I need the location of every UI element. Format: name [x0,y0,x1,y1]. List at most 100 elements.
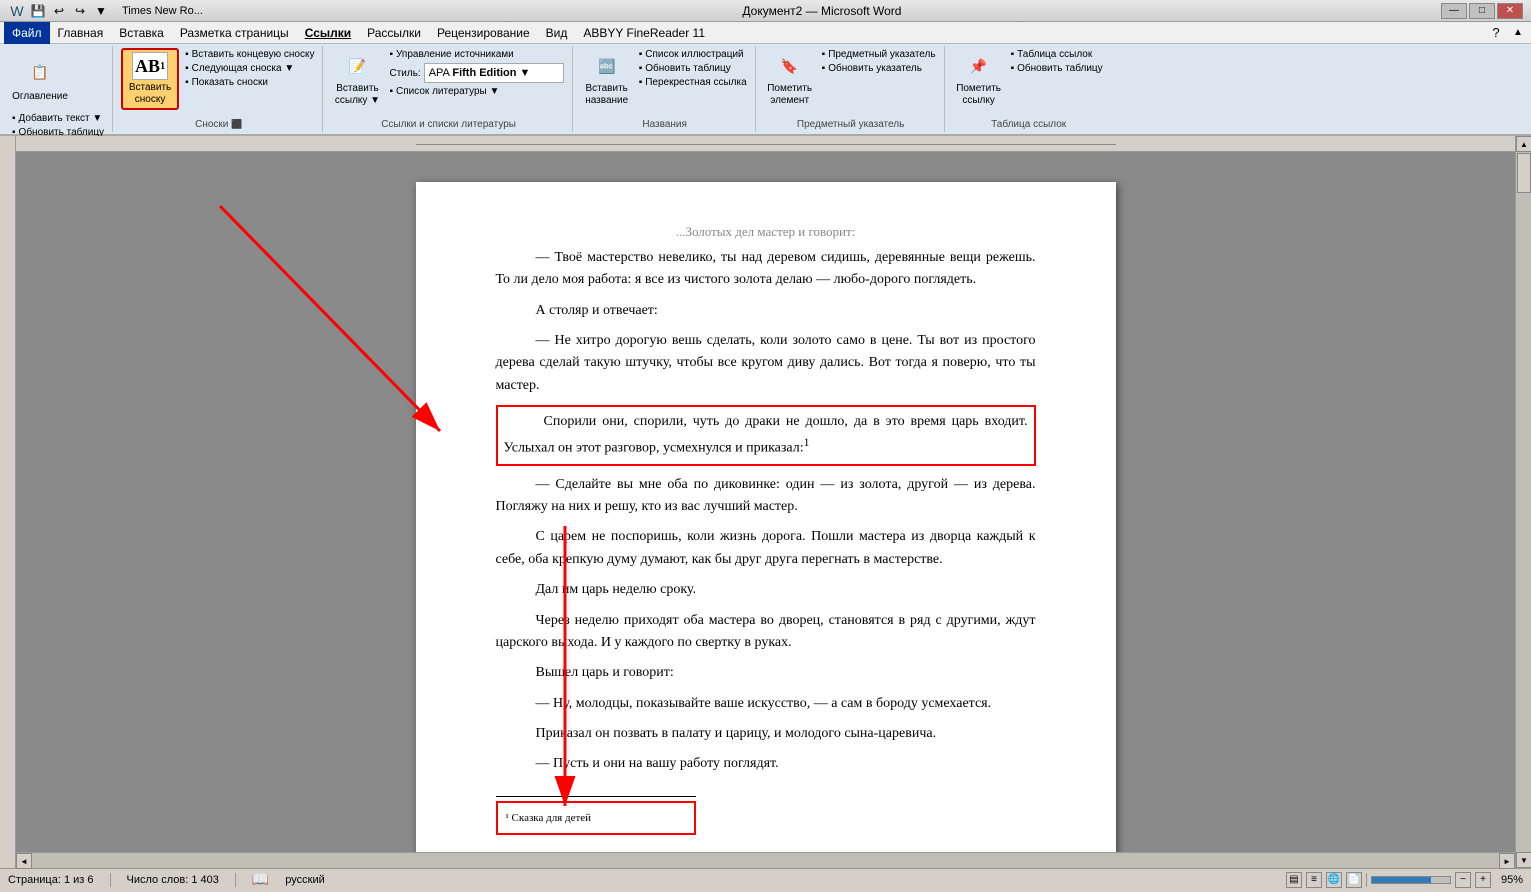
maximize-button[interactable]: □ [1469,3,1495,19]
document-content-area: ...Золотых дел мастер и говорит: — Твоё … [16,152,1515,852]
view-normal-button[interactable]: ▤ [1286,872,1302,888]
style-dropdown-button[interactable]: Стиль: APA Fifth Edition ▼ [387,62,565,84]
bibliography-button[interactable]: ▪ Список литературы ▼ [387,85,565,98]
ribbon-minimize-button[interactable]: ▲ [1509,24,1527,42]
vertical-scrollbar[interactable]: ▲ ▼ [1515,136,1531,868]
footnote-box: ¹ Сказка для детей [496,801,696,835]
customize-qat-button[interactable]: ▼ [92,2,110,20]
word-count: Число слов: 1 403 [127,874,219,886]
paragraph-10: Приказал он позвать в палату и царицу, и… [496,723,1036,745]
manage-sources-icon: ▪ [389,49,393,60]
zoom-divider [1366,873,1367,887]
horizontal-scrollbar[interactable]: ◄ ► [16,852,1515,868]
menu-mailings[interactable]: Рассылки [359,22,429,44]
scroll-left-button[interactable]: ◄ [16,853,32,869]
update-index-button[interactable]: ▪ Обновить указатель [820,62,938,75]
contents-button[interactable]: 📋 Оглавление [10,48,70,110]
title-bar-left: W 💾 ↩ ↪ ▼ Times New Ro... [8,2,203,20]
close-button[interactable]: ✕ [1497,3,1523,19]
insert-citation-button[interactable]: 📝 Вставитьссылку ▼ [331,48,383,110]
status-bar: Страница: 1 из 6 Число слов: 1 403 📖 рус… [0,868,1531,890]
redo-button[interactable]: ↪ [71,2,89,20]
ribbon-group-index: 🔖 Пометитьэлемент ▪ Предметный указатель… [758,46,945,132]
ribbon-group-footnotes: АВ1 Вставитьсноску ▪ Вставить концевую с… [115,46,323,132]
view-web-button[interactable]: 🌐 [1326,872,1342,888]
help-button[interactable]: ? [1487,24,1505,42]
add-text-button[interactable]: ▪ Добавить текст ▼ [10,112,106,125]
minimize-button[interactable]: — [1441,3,1467,19]
update-cite-table-icon: ▪ [1011,63,1015,74]
group-label-citations: Ссылки и списки литературы [331,117,565,130]
zoom-value: 95% [1495,874,1523,886]
style-label: Стиль: [389,68,420,79]
ribbon: 📋 Оглавление ▪ Добавить текст ▼ ▪ Обнови… [0,44,1531,136]
scroll-thumb[interactable] [1517,153,1531,193]
style-selector[interactable]: APA Fifth Edition ▼ [424,63,564,83]
window-title: Документ2 — Microsoft Word [203,4,1441,18]
index-icon: ▪ [822,49,826,60]
add-text-icon: ▪ [12,113,16,124]
menu-insert[interactable]: Вставка [111,22,172,44]
update-table2-button[interactable]: ▪ Обновить таблицу [637,62,749,75]
show-footnotes-button[interactable]: ▪ Показать сноски [183,76,316,89]
status-divider-1 [110,873,111,887]
group-label-citations-table: Таблица ссылок [953,117,1105,130]
next-footnote-button[interactable]: ▪ Следующая сноска ▼ [183,62,316,75]
view-reading-button[interactable]: 📄 [1346,872,1362,888]
update-citations-table-button[interactable]: ▪ Обновить таблицу [1009,62,1105,75]
menu-abbyy[interactable]: ABBYY FineReader 11 [575,22,713,44]
menu-view[interactable]: Вид [538,22,576,44]
paragraph-5: С царем не поспоришь, коли жизнь дорога.… [496,526,1036,571]
page-info: Страница: 1 из 6 [8,874,94,886]
cross-ref-icon: ▪ [639,77,643,88]
menu-file[interactable]: Файл [4,22,50,44]
index-button[interactable]: ▪ Предметный указатель [820,48,938,61]
footnote-separator [496,796,696,797]
view-outline-button[interactable]: ≡ [1306,872,1322,888]
list-illustrations-button[interactable]: ▪ Список иллюстраций [637,48,749,61]
mark-entry-button[interactable]: 🔖 Пометитьэлемент [764,48,816,110]
ribbon-group-citations: 📝 Вставитьссылку ▼ ▪ Управление источник… [325,46,572,132]
horizontal-ruler [16,136,1515,152]
insert-caption-button[interactable]: 🔤 Вставитьназвание [581,48,633,110]
contents-small-group: ▪ Добавить текст ▼ ▪ Обновить таблицу [10,112,106,139]
scroll-up-button[interactable]: ▲ [1516,136,1531,152]
citations-table-button[interactable]: ▪ Таблица ссылок [1009,48,1105,61]
zoom-fill [1372,877,1431,883]
zoom-out-button[interactable]: − [1455,872,1471,888]
menu-home[interactable]: Главная [50,22,112,44]
scroll-right-button[interactable]: ► [1499,853,1515,869]
language-status: русский [285,874,324,886]
citations-small-group: ▪ Управление источниками Стиль: APA Fift… [387,48,565,98]
quick-access-toolbar: W 💾 ↩ ↪ ▼ [8,2,110,20]
paragraph-3: — Не хитро дорогую вешь сделать, коли зо… [496,330,1036,397]
scroll-down-button[interactable]: ▼ [1516,852,1531,868]
ribbon-group-index-items: 🔖 Пометитьэлемент ▪ Предметный указатель… [764,48,938,117]
menu-page-layout[interactable]: Разметка страницы [172,22,297,44]
title-bar: W 💾 ↩ ↪ ▼ Times New Ro... Документ2 — Mi… [0,0,1531,22]
undo-button[interactable]: ↩ [50,2,68,20]
insert-endnote-icon: ▪ [185,49,189,60]
status-divider-2 [235,873,236,887]
zoom-in-button[interactable]: + [1475,872,1491,888]
spell-check: 📖 [252,871,269,888]
ribbon-content: 📋 Оглавление ▪ Добавить текст ▼ ▪ Обнови… [0,44,1531,134]
mark-citation-button[interactable]: 📌 Пометитьссылку [953,48,1005,110]
footnotes-small-group: ▪ Вставить концевую сноску ▪ Следующая с… [183,48,316,89]
document-text: ...Золотых дел мастер и говорит: — Твоё … [496,222,1036,835]
paragraph-11: — Пусть и они на вашу работу поглядят. [496,753,1036,775]
group-label-footnotes: Сноски ⬛ [121,117,316,130]
manage-sources-button[interactable]: ▪ Управление источниками [387,48,565,61]
page-info-text: Страница: 1 из 6 [8,874,94,886]
ribbon-group-contents-items: 📋 Оглавление ▪ Добавить текст ▼ ▪ Обнови… [10,48,106,139]
insert-endnote-button[interactable]: ▪ Вставить концевую сноску [183,48,316,61]
list-illus-icon: ▪ [639,49,643,60]
index-small-group: ▪ Предметный указатель ▪ Обновить указат… [820,48,938,75]
insert-citation-icon: 📝 [341,51,373,81]
cross-reference-button[interactable]: ▪ Перекрестная ссылка [637,76,749,89]
insert-footnote-button[interactable]: АВ1 Вставитьсноску [121,48,179,110]
show-footnotes-icon: ▪ [185,77,189,88]
save-button[interactable]: 💾 [29,2,47,20]
menu-review[interactable]: Рецензирование [429,22,538,44]
menu-references[interactable]: Ссылки [297,22,359,44]
